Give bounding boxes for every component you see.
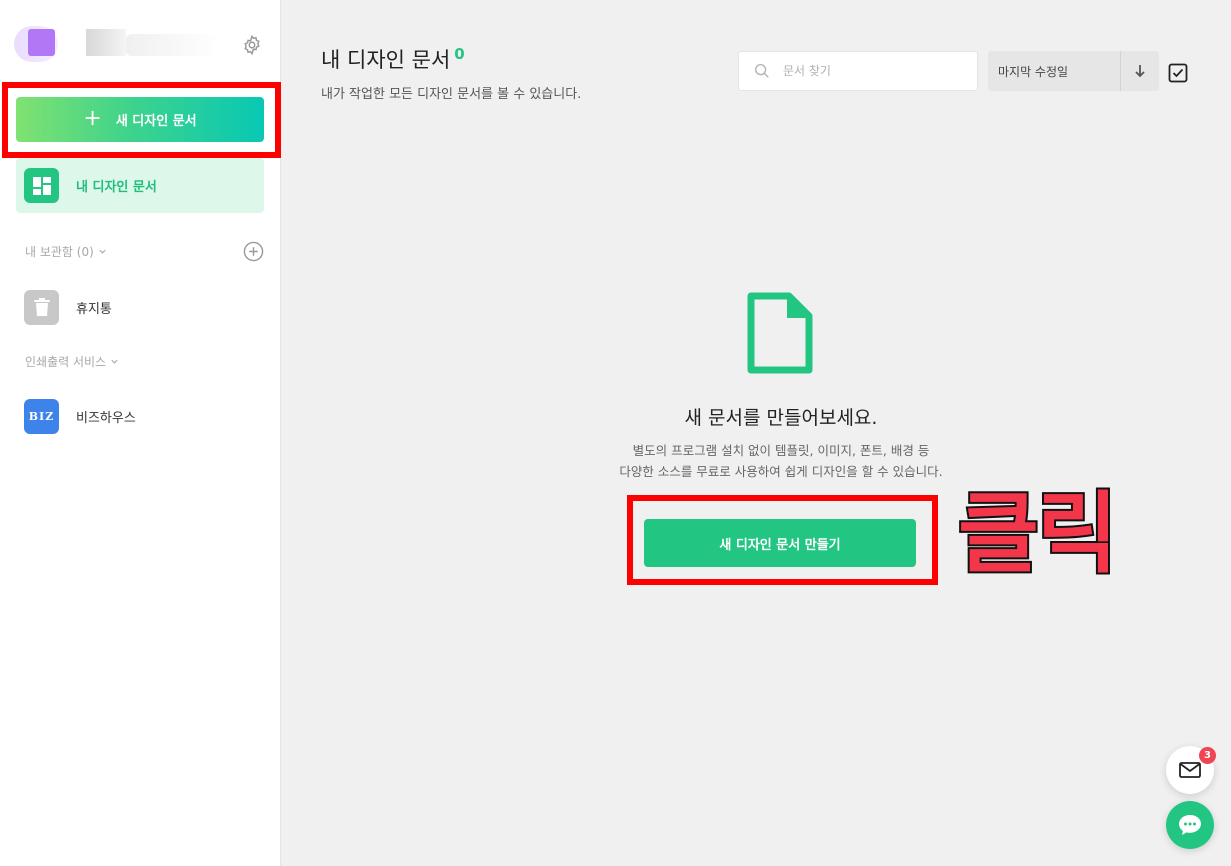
sidebar-item-label: 비즈하우스 xyxy=(76,410,136,426)
plus-icon: + xyxy=(83,105,102,131)
page-title: 내 디자인 문서 0 xyxy=(321,44,465,74)
empty-state-desc-line: 별도의 프로그램 설치 없이 템플릿, 이미지, 폰트, 배경 등 xyxy=(632,443,930,458)
sidebar-item-trash[interactable]: 휴지통 xyxy=(16,282,264,332)
settings-button[interactable] xyxy=(240,33,264,57)
chevron-down-icon xyxy=(99,249,106,254)
new-design-doc-label: 새 디자인 문서 xyxy=(115,114,197,129)
chevron-down-icon xyxy=(111,359,118,364)
user-profile[interactable] xyxy=(14,24,221,64)
page-title-text: 내 디자인 문서 xyxy=(321,48,451,72)
dashboard-icon xyxy=(24,168,59,203)
search-box[interactable] xyxy=(738,51,978,91)
notification-badge: 3 xyxy=(1199,747,1216,764)
archive-section-title: 내 보관함 (0) xyxy=(25,245,94,259)
sort-select-label: 마지막 수정일 xyxy=(998,64,1069,79)
sidebar-item-label: 휴지통 xyxy=(76,301,112,317)
search-input[interactable] xyxy=(783,64,963,78)
add-archive-button[interactable] xyxy=(243,241,264,262)
biz-logo-icon: BIZ xyxy=(24,398,59,434)
archive-section-toggle[interactable]: 내 보관함 (0) xyxy=(25,243,107,260)
click-annotation: 클릭 xyxy=(956,482,1120,585)
chat-bubble-icon xyxy=(1179,815,1201,835)
doc-count-badge: 0 xyxy=(454,45,465,63)
profile-email-blurred xyxy=(126,34,221,56)
biz-logo-text: BIZ xyxy=(28,409,55,423)
empty-state-desc-line: 다양한 소스를 무료로 사용하여 쉽게 디자인을 할 수 있습니다. xyxy=(619,464,943,479)
page-subtitle: 내가 작업한 모든 디자인 문서를 볼 수 있습니다. xyxy=(321,87,582,102)
chat-button[interactable] xyxy=(1166,801,1214,849)
create-design-doc-button[interactable]: 새 디자인 문서 만들기 xyxy=(644,519,916,567)
search-icon xyxy=(754,63,769,78)
profile-name-blurred xyxy=(86,29,126,56)
sort-select[interactable]: 마지막 수정일 xyxy=(988,51,1120,91)
trash-icon xyxy=(24,289,59,325)
sort-direction-button[interactable] xyxy=(1120,51,1159,91)
sidebar-item-my-docs[interactable]: 내 디자인 문서 xyxy=(16,158,264,213)
arrow-down-icon xyxy=(1135,65,1145,78)
new-design-doc-button[interactable]: + 새 디자인 문서 xyxy=(16,97,264,142)
sidebar-item-label: 내 디자인 문서 xyxy=(76,180,157,195)
print-service-section-toggle[interactable]: 인쇄출력 서비스 xyxy=(25,353,119,370)
select-mode-checkbox[interactable] xyxy=(1168,63,1188,83)
print-service-title: 인쇄출력 서비스 xyxy=(25,355,107,369)
empty-state-description: 별도의 프로그램 설치 없이 템플릿, 이미지, 폰트, 배경 등 다양한 소스… xyxy=(531,440,1031,482)
document-icon xyxy=(747,292,813,374)
sidebar-item-bizhouse[interactable]: BIZ 비즈하우스 xyxy=(16,391,264,441)
mail-icon xyxy=(1179,762,1201,778)
empty-state-title: 새 문서를 만들어보세요. xyxy=(684,407,878,429)
gear-icon xyxy=(244,34,260,56)
avatar xyxy=(28,29,55,56)
